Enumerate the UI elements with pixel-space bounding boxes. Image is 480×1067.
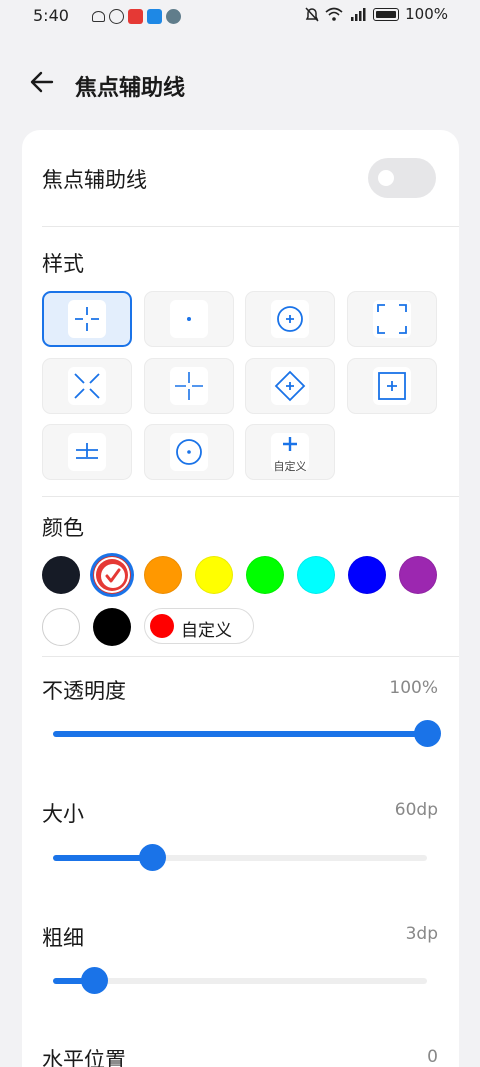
color-swatch[interactable] <box>42 608 80 646</box>
color-swatch[interactable] <box>246 556 284 594</box>
wifi-icon <box>325 7 343 21</box>
style-option[interactable] <box>42 424 132 480</box>
thickness-label: 粗细 <box>42 926 84 950</box>
horizontal-position-value: 0 <box>427 1047 438 1067</box>
style-option[interactable] <box>245 291 335 347</box>
size-value: 60dp <box>394 800 438 820</box>
circle-dot-icon <box>169 433 208 471</box>
cloud-icon <box>147 8 162 24</box>
size-slider[interactable] <box>53 844 427 871</box>
color-swatch[interactable] <box>297 556 335 594</box>
avatar-icon <box>166 8 181 24</box>
style-option[interactable]: 自定义 <box>245 424 335 480</box>
center-dot-icon <box>169 300 208 338</box>
opacity-value: 100% <box>389 678 438 698</box>
status-bar: 5:40 100% <box>0 0 480 32</box>
color-swatch[interactable] <box>399 556 437 594</box>
divider <box>42 656 459 657</box>
focus-guide-toggle[interactable] <box>368 158 436 198</box>
custom-style-label: 自定义 <box>273 460 307 473</box>
usb-icon <box>92 10 105 22</box>
thin-cross-icon <box>169 366 208 405</box>
square-plus-icon <box>372 366 411 405</box>
check-icon <box>101 564 125 588</box>
sync-icon <box>109 8 124 24</box>
slider-thumb[interactable] <box>414 720 441 747</box>
style-option[interactable] <box>346 291 437 347</box>
style-option[interactable] <box>143 291 234 347</box>
corner-brackets-icon <box>372 300 411 338</box>
mute-icon <box>305 6 319 22</box>
battery-percent: 100% <box>405 5 448 23</box>
style-option[interactable] <box>245 357 335 414</box>
app-notification-icon <box>128 8 143 24</box>
color-section-label: 颜色 <box>42 516 84 540</box>
circle-plus-icon <box>271 300 309 338</box>
app-header: 焦点辅助线 <box>0 58 480 108</box>
slider-thumb[interactable] <box>81 967 109 994</box>
color-swatch[interactable] <box>93 556 131 594</box>
style-option[interactable] <box>143 424 234 480</box>
style-option[interactable] <box>346 357 437 414</box>
divider <box>42 226 459 227</box>
color-swatch[interactable] <box>348 556 386 594</box>
notification-icons <box>92 8 181 24</box>
custom-color-dot <box>150 614 174 638</box>
signal-icon <box>351 8 366 21</box>
diamond-plus-icon <box>271 366 309 405</box>
color-swatch[interactable] <box>93 608 131 646</box>
toggle-label: 焦点辅助线 <box>42 168 147 192</box>
custom-color-label: 自定义 <box>181 621 232 641</box>
color-swatch[interactable] <box>42 556 80 594</box>
x-cross-icon <box>68 366 106 405</box>
size-label: 大小 <box>42 802 84 826</box>
toggle-knob <box>378 170 394 186</box>
horizontal-position-label: 水平位置 <box>42 1048 126 1067</box>
slider-fill <box>53 855 153 861</box>
opacity-label: 不透明度 <box>42 679 126 703</box>
color-swatch[interactable] <box>144 556 182 594</box>
style-option[interactable] <box>42 291 132 347</box>
slider-thumb[interactable] <box>139 844 167 871</box>
status-time: 5:40 <box>33 6 69 25</box>
thickness-value: 3dp <box>405 924 438 944</box>
custom-color-button[interactable]: 自定义 <box>144 608 254 644</box>
style-option[interactable] <box>42 357 132 414</box>
style-option[interactable] <box>143 357 234 414</box>
arrow-left-icon <box>30 71 54 93</box>
page-title: 焦点辅助线 <box>75 76 186 101</box>
settings-card: 焦点辅助线 样式 自定义 颜色 自定义 不透明度 100% 大小 60dp 粗细… <box>22 130 459 1067</box>
crosshair-gap-icon <box>68 300 106 338</box>
thickness-slider[interactable] <box>53 967 427 994</box>
opacity-slider[interactable] <box>53 720 441 747</box>
back-button[interactable] <box>28 68 60 98</box>
battery-icon <box>373 7 400 21</box>
style-section-label: 样式 <box>42 252 84 276</box>
divider <box>42 496 459 497</box>
color-swatch[interactable] <box>195 556 233 594</box>
horizontal-lines-icon <box>68 433 106 471</box>
slider-fill <box>53 731 427 737</box>
